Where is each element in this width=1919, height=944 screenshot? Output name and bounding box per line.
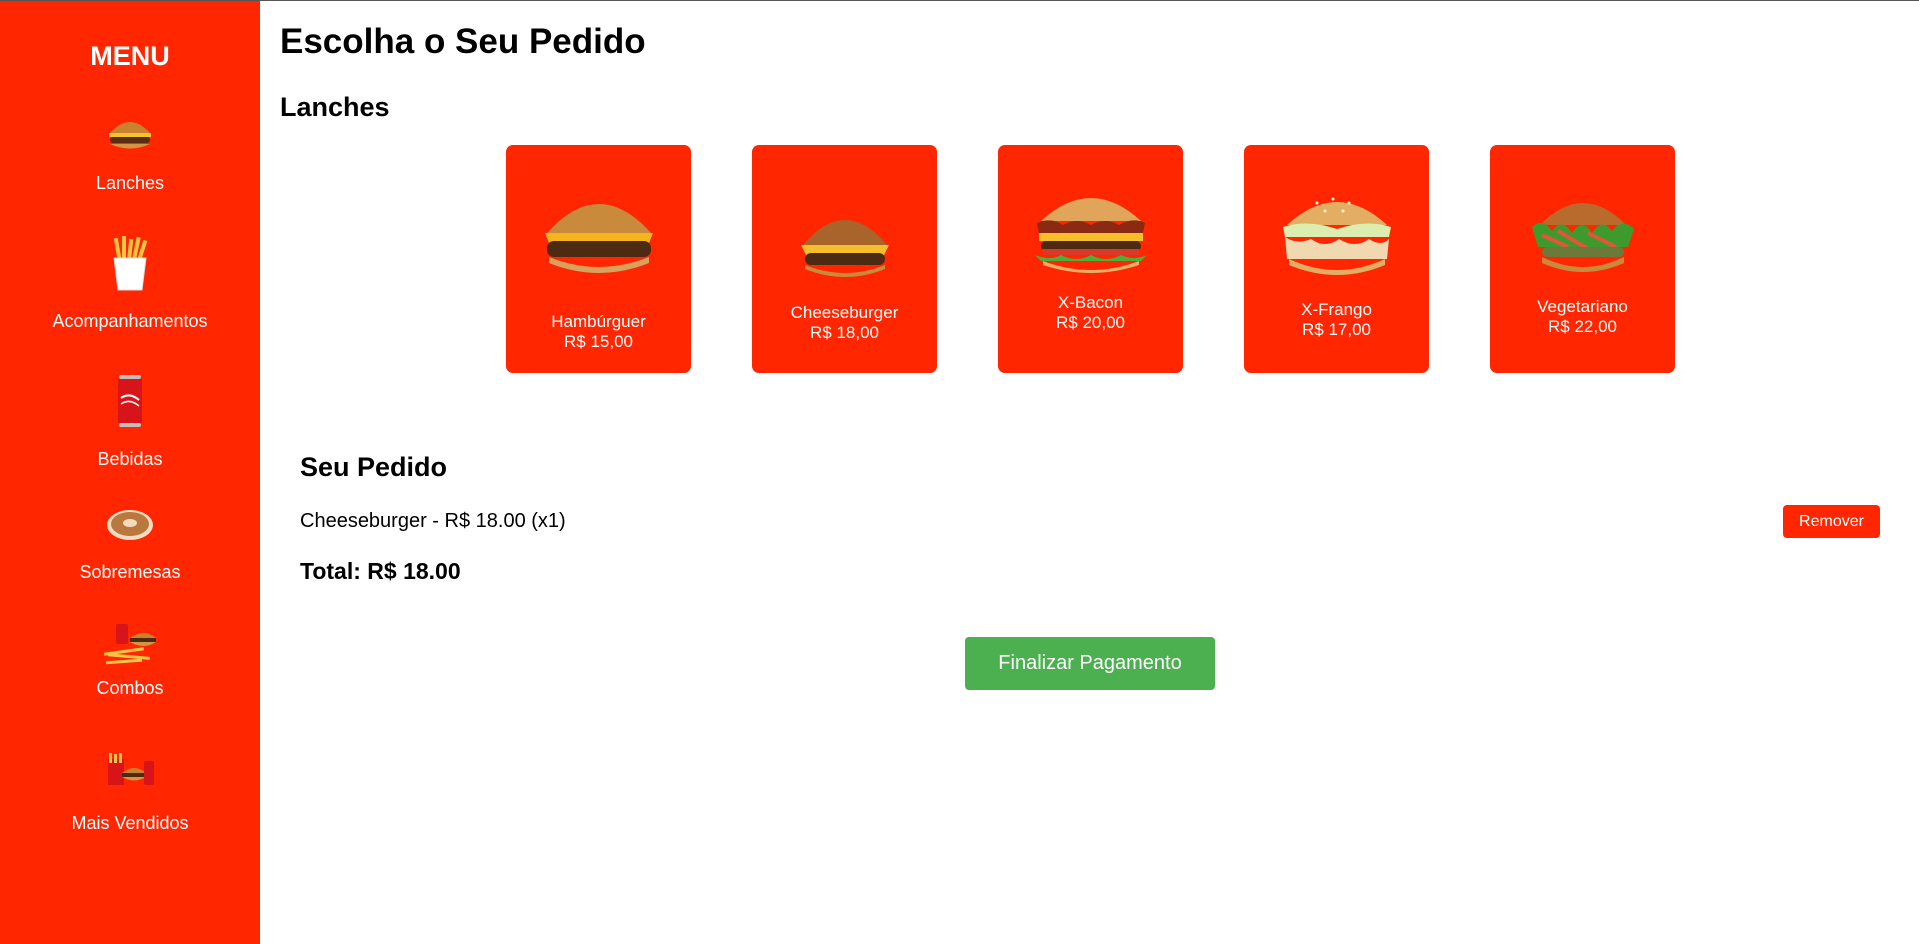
product-name: X-Frango (1301, 300, 1372, 319)
sidebar-item-bebidas[interactable]: Bebidas (0, 374, 260, 474)
product-name: Cheeseburger (790, 303, 899, 322)
donut-icon (0, 507, 260, 547)
combo-meal-icon (0, 622, 260, 668)
cheeseburger-image (752, 205, 937, 285)
sidebar-item-combos[interactable]: Combos (0, 620, 260, 700)
hamburger-image (506, 185, 691, 285)
product-card-x-frango[interactable]: X-Frango R$ 17,00 (1244, 145, 1429, 373)
sidebar-item-label: Combos (96, 678, 164, 698)
product-name: Hambúrguer (551, 312, 646, 331)
sidebar-item-lanches[interactable]: Lanches (0, 111, 260, 201)
sidebar-item-label: Mais Vendidos (71, 813, 189, 833)
section-title: Lanches (280, 92, 390, 122)
product-card-cheeseburger[interactable]: Cheeseburger R$ 18,00 (752, 145, 937, 373)
checkout-button[interactable]: Finalizar Pagamento (965, 637, 1215, 690)
product-price: R$ 18,00 (810, 323, 879, 342)
order-title: Seu Pedido (300, 452, 448, 482)
fries-icon (0, 236, 260, 292)
product-price: R$ 22,00 (1548, 317, 1617, 336)
order-total: Total: R$ 18.00 (300, 558, 461, 584)
sidebar-item-acompanhamentos[interactable]: Acompanhamentos (0, 236, 260, 336)
sidebar-item-label: Acompanhamentos (52, 311, 208, 331)
remove-item-button[interactable]: Remover (1783, 505, 1880, 538)
sidebar-item-sobremesas[interactable]: Sobremesas (0, 503, 260, 583)
product-price: R$ 20,00 (1056, 313, 1125, 332)
sidebar: MENU Lanches Acompanhamentos Bebidas Sob… (0, 1, 260, 944)
sidebar-item-mais-vendidos[interactable]: Mais Vendidos (0, 749, 260, 839)
product-card-vegetariano[interactable]: Vegetariano R$ 22,00 (1490, 145, 1675, 373)
x-bacon-image (998, 183, 1183, 283)
vegetarian-burger-image (1490, 187, 1675, 287)
order-item: Cheeseburger - R$ 18.00 (x1) (300, 510, 566, 532)
sidebar-title: MENU (90, 41, 170, 71)
soda-can-icon (0, 374, 260, 430)
burger-icon (0, 115, 260, 175)
product-name: Vegetariano (1537, 297, 1628, 316)
main-content: Escolha o Seu Pedido Lanches Hambúrguer … (260, 0, 1919, 944)
product-name: X-Bacon (1057, 293, 1124, 312)
sidebar-item-label: Bebidas (97, 449, 163, 469)
sidebar-item-label: Sobremesas (79, 562, 181, 582)
x-frango-image (1244, 187, 1429, 287)
sidebar-item-label: Lanches (95, 173, 165, 193)
page-title: Escolha o Seu Pedido (280, 22, 646, 61)
best-sellers-icon (0, 753, 260, 793)
product-price: R$ 17,00 (1302, 320, 1371, 339)
product-price: R$ 15,00 (564, 332, 633, 351)
product-card-hamburguer[interactable]: Hambúrguer R$ 15,00 (506, 145, 691, 373)
product-card-x-bacon[interactable]: X-Bacon R$ 20,00 (998, 145, 1183, 373)
